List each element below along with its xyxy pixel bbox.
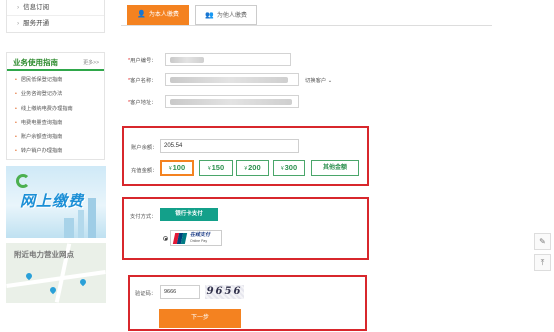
balance-field: 205.54 [160, 139, 299, 153]
guide-item-label: 账户余额查询指南 [20, 134, 63, 141]
amount-option-100[interactable]: ¥100 [160, 160, 194, 176]
amount-option-200[interactable]: ¥200 [236, 160, 269, 176]
wifi-logo-icon [16, 174, 30, 188]
user-icon: 👤 [137, 11, 146, 18]
guide-list: • 居民低保登记指南 • 业务咨询登记办法 • 线上缴纳电费办理指南 • 电费电量查询指… [7, 71, 104, 159]
bullet-icon: • [15, 119, 17, 126]
guide-item[interactable]: • 业务咨询登记办法 [15, 87, 104, 101]
link-label: 服务开通 [23, 20, 50, 27]
customer-name-row: *客户名称： 切换客户 ⌄ [128, 73, 332, 86]
bank-card-pay-button[interactable]: 银行卡支付 [160, 208, 218, 221]
payment-section-highlight [122, 197, 369, 260]
bullet-icon: • [15, 134, 17, 141]
tab-label: 为他人缴费 [216, 13, 247, 19]
map-road [6, 270, 106, 288]
link-service-open[interactable]: › 服务开通 [7, 16, 104, 32]
customer-address-field[interactable] [165, 95, 299, 108]
guide-item-label: 电费电量查询指南 [20, 119, 63, 126]
amount-option-300[interactable]: ¥300 [273, 160, 305, 176]
chevron-down-icon: ⌄ [327, 77, 333, 84]
recharge-section-highlight [122, 126, 369, 186]
next-step-button[interactable]: 下一步 [159, 309, 241, 328]
customer-address-row: *客户地址： [128, 95, 299, 108]
amount-option-150[interactable]: ¥150 [199, 160, 233, 176]
chevron-right-icon: › [17, 20, 20, 27]
bullet-icon: • [15, 77, 17, 83]
customer-name-label: *客户名称： [128, 77, 157, 84]
banner-text: 网上缴费 [20, 193, 85, 210]
map-caption: 附近电力营业网点 [14, 250, 74, 259]
user-number-label: *用户编号： [128, 57, 157, 64]
tab-pay-for-others[interactable]: 👥 为他人缴费 [195, 5, 257, 25]
map-pin-icon [24, 271, 34, 281]
tab-pay-for-self[interactable]: 👤 为本人缴费 [127, 5, 189, 25]
guide-title: 业务使用指南 [13, 58, 58, 67]
guide-item[interactable]: • 线上缴纳电费办理指南 [15, 102, 104, 116]
chevron-right-icon: › [17, 4, 20, 11]
building-graphic [88, 198, 96, 238]
customer-address-label: *客户地址： [128, 99, 157, 106]
unionpay-en-label: Online Pay [190, 239, 208, 243]
balance-label: 账户余额： [131, 145, 158, 151]
recharge-label: 充值金额： [131, 168, 158, 174]
payment-method-label: 支付方式： [130, 214, 157, 220]
map-pin-icon [78, 277, 88, 287]
guide-item[interactable]: • 电费电量查询指南 [15, 116, 104, 130]
link-label: 信息订阅 [23, 4, 50, 11]
verify-code-input[interactable]: 9666 [160, 285, 200, 299]
captcha-image[interactable]: 9656 [205, 285, 244, 299]
guide-item[interactable]: • 账户余额查询指南 [15, 130, 104, 144]
unionpay-text: 在线支付 Online Pay [190, 232, 210, 244]
building-graphic [78, 210, 84, 238]
switch-customer-dropdown[interactable]: 切换客户 ⌄ [305, 76, 332, 84]
tab-label: 为本人缴费 [148, 12, 179, 18]
payment-target-tabs: 👤 为本人缴费 👥 为他人缴费 [121, 5, 492, 26]
guide-item-label: 线上缴纳电费办理指南 [20, 105, 73, 112]
building-graphic [64, 218, 74, 238]
guide-header: 业务使用指南 更多>> [7, 53, 104, 71]
guide-item[interactable]: • 居民低保登记指南 [15, 73, 104, 87]
unionpay-logo-icon [172, 232, 188, 244]
custom-amount-button[interactable]: 其他金额 [311, 160, 359, 176]
business-guide-panel: 业务使用指南 更多>> • 居民低保登记指南 • 业务咨询登记办法 • 线上缴纳电费办… [6, 52, 105, 160]
guide-item-label: 业务咨询登记办法 [20, 91, 63, 98]
user-number-field[interactable] [165, 53, 291, 66]
guide-item-label: 转户销户办理指南 [20, 148, 63, 155]
top-links: › 信息订阅 › 服务开通 [6, 0, 105, 33]
guide-item[interactable]: • 转户销户办理指南 [15, 144, 104, 158]
verify-code-label: 验证码： [135, 291, 157, 297]
nearby-outlets-map[interactable]: 附近电力营业网点 [6, 243, 106, 303]
user-number-row: *用户编号： [128, 53, 291, 66]
unionpay-radio[interactable] [163, 236, 168, 241]
customer-name-field[interactable] [165, 73, 299, 86]
link-info-subscribe[interactable]: › 信息订阅 [7, 0, 104, 16]
bullet-icon: • [15, 105, 17, 112]
bullet-icon: • [15, 148, 17, 155]
guide-more-link[interactable]: 更多>> [83, 59, 99, 66]
bullet-icon: • [15, 91, 17, 98]
back-to-top-icon[interactable]: ⤒ [534, 254, 551, 271]
pencil-icon[interactable]: ✎ [534, 233, 551, 250]
online-payment-banner[interactable]: 网上缴费 [6, 166, 106, 238]
guide-item-label: 居民低保登记指南 [20, 77, 63, 83]
users-icon: 👥 [205, 12, 214, 19]
unionpay-option[interactable]: 在线支付 Online Pay [170, 230, 222, 246]
